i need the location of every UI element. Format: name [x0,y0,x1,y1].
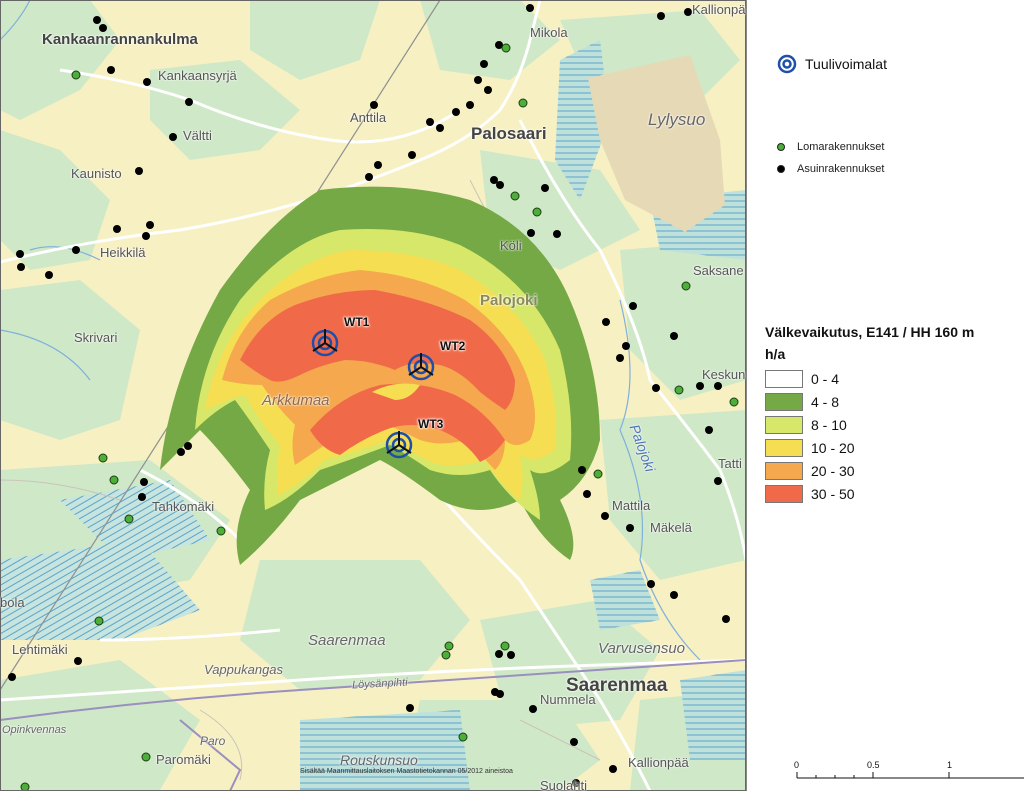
label-skrivari: Skrivari [74,330,118,345]
legend-class-label: 0 - 4 [811,371,840,387]
label-saarenmaa-italic: Saarenmaa [308,632,386,649]
legend-panel: Tuulivoimalat Lomarakennukset Asuinraken… [746,0,1024,791]
swatch [765,370,803,388]
swatch [765,462,803,480]
label-arkkumaa: Arkkumaa [262,392,330,409]
label-heikkila: Heikkilä [100,245,146,260]
legend-class-label: 30 - 50 [811,486,855,502]
label-valtti: Vältti [183,128,212,143]
label-bola: bola [0,595,25,610]
scale-tick-0: 0 [794,760,800,770]
swatch [765,485,803,503]
scale-bar [796,772,1024,779]
map-area[interactable]: Kankaanrannankulma Kankaansyrjä Vältti K… [0,0,746,791]
legend-class-5: 30 - 50 [765,485,855,503]
label-lehtimaki: Lehtimäki [12,642,68,657]
label-koli: Köli [500,238,522,253]
legend-class-label: 20 - 30 [811,463,855,479]
swatch [765,393,803,411]
scale-tick-1: 1 [947,760,953,770]
legend-class-label: 4 - 8 [811,394,840,410]
legend-turbines-label: Tuulivoimalat [805,56,887,72]
legend-class-label: 8 - 10 [811,417,847,433]
label-paromaki: Paromäki [156,752,211,767]
holiday-dot-icon [777,143,785,151]
legend-holiday: Lomarakennukset [777,141,884,153]
label-nummela: Nummela [540,692,596,707]
legend-class-0: 0 - 4 [765,370,839,388]
label-tatti: Tatti [718,456,742,471]
legend-class-label: 10 - 20 [811,440,855,456]
label-palojoki-area: Palojoki [480,292,538,309]
label-kaunisto: Kaunisto [71,166,122,181]
turbine-icon [777,54,797,74]
turbine-label-wt2: WT2 [440,339,466,353]
map-credit: Sisältää Maanmittauslaitoksen Maastotiet… [300,768,513,775]
turbine-label-wt3: WT3 [418,417,444,431]
label-kankaanrannankulma: Kankaanrannankulma [42,31,198,48]
label-palosaari: Palosaari [471,124,547,143]
label-saksane: Saksane [693,263,744,278]
label-opinkvennas: Opinkvennas [2,724,67,736]
label-kallionpa-top: Kallionpä [692,2,746,17]
label-varvusensuo: Varvusensuo [598,640,685,657]
label-keskun: Keskun [702,367,746,382]
label-rouskunsuo: Rouskunsuo [340,752,418,768]
label-paro: Paro [200,734,226,748]
label-mikola: Mikola [530,25,568,40]
swatch [765,416,803,434]
legend-title: Välkevaikutus, E141 / HH 160 m [765,324,975,340]
legend-unit: h/a [765,346,786,362]
label-lylysuo: Lylysuo [648,110,706,129]
label-anttila: Anttila [350,110,387,125]
label-mattila: Mattila [612,498,651,513]
turbine-label-wt1: WT1 [344,315,370,329]
legend-turbines: Tuulivoimalat [777,54,887,74]
legend-class-4: 20 - 30 [765,462,855,480]
label-makela: Mäkelä [650,520,692,535]
legend-class-1: 4 - 8 [765,393,839,411]
legend-class-2: 8 - 10 [765,416,847,434]
legend-residential-label: Asuinrakennukset [797,163,885,175]
legend-residential: Asuinrakennukset [777,163,884,175]
label-tahkomaki: Tahkomäki [152,499,215,514]
label-kankaansyrja: Kankaansyrjä [158,68,237,83]
swatch [765,439,803,457]
label-kallionpaa-bottom: Kallionpää [628,755,689,770]
label-suolahti: Suolahti [540,778,587,791]
legend-class-3: 10 - 20 [765,439,855,457]
legend-holiday-label: Lomarakennukset [797,141,885,153]
scale-tick-05: 0.5 [867,760,880,770]
label-vappukangas: Vappukangas [204,662,284,677]
residential-dot-icon [777,165,785,173]
